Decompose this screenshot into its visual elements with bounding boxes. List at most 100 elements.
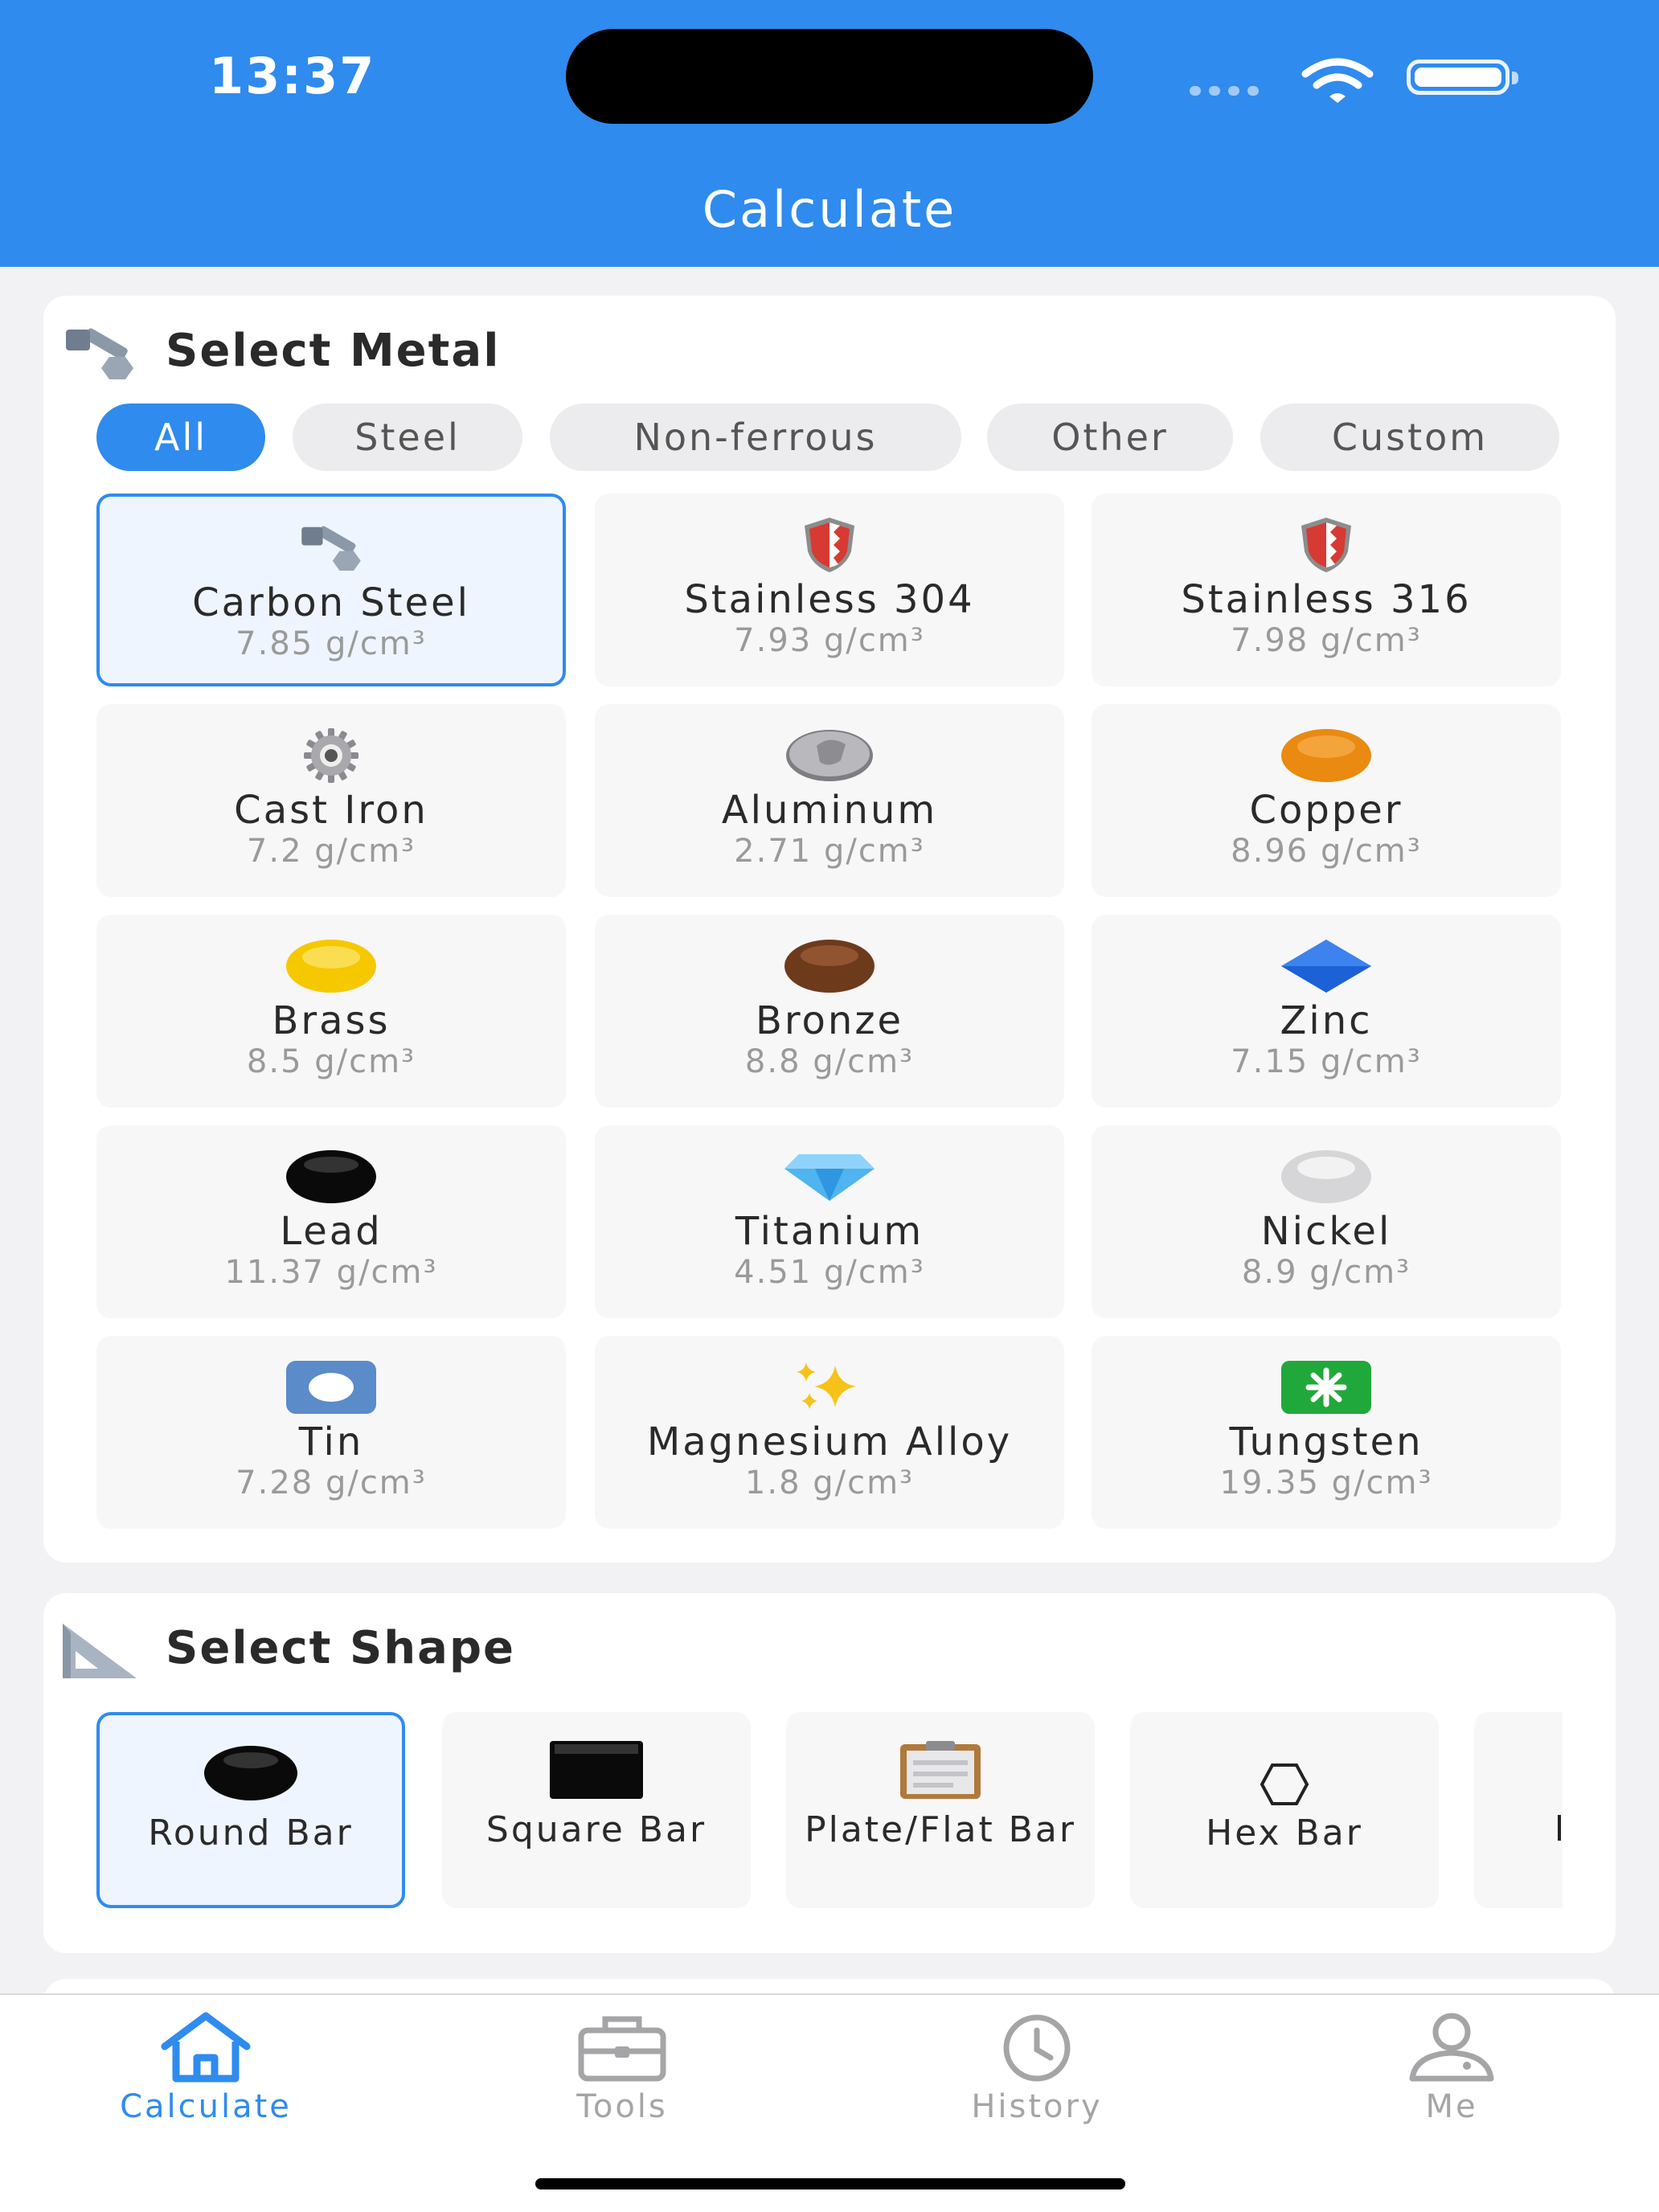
- section-title-metal: Select Metal: [166, 325, 501, 377]
- metal-name: Carbon Steel: [192, 580, 470, 625]
- metal-tile-stainless-316[interactable]: Stainless 316 7.98 g/cm³: [1092, 494, 1561, 686]
- metal-density: 11.37 g/cm³: [224, 1254, 438, 1291]
- shape-tile-plate-flat-bar[interactable]: Plate/Flat Bar: [786, 1712, 1095, 1908]
- metal-name: Zinc: [1280, 998, 1373, 1043]
- section-title-shape: Select Shape: [166, 1622, 516, 1674]
- black-circle-icon: [283, 1146, 379, 1207]
- coin-icon: [781, 725, 878, 786]
- metal-density: 1.8 g/cm³: [744, 1464, 915, 1501]
- eight-spoked-asterisk-icon: [1278, 1357, 1374, 1418]
- metal-density: 8.9 g/cm³: [1241, 1254, 1411, 1291]
- shape-name: Square Bar: [485, 1809, 707, 1850]
- metal-density: 19.35 g/cm³: [1219, 1464, 1433, 1501]
- shape-tile-round-bar[interactable]: Round Bar: [96, 1712, 405, 1908]
- blue-diamond-icon: [1278, 936, 1374, 997]
- gear-icon: [283, 725, 379, 786]
- dynamic-island: [566, 29, 1093, 124]
- metal-tile-tungsten[interactable]: Tungsten 19.35 g/cm³: [1092, 1336, 1561, 1529]
- page-title: Calculate: [702, 180, 957, 239]
- cellular-signal-icon: [1190, 84, 1267, 99]
- metal-tile-nickel[interactable]: Nickel 8.9 g/cm³: [1092, 1125, 1561, 1318]
- metal-name: Nickel: [1260, 1209, 1392, 1254]
- metal-tile-carbon-steel[interactable]: Carbon Steel 7.85 g/cm³: [96, 494, 566, 686]
- home-icon: [161, 2012, 251, 2083]
- tab-label: Calculate: [120, 2088, 292, 2125]
- filter-chip-steel[interactable]: Steel: [293, 403, 522, 471]
- tab-label: Me: [1425, 2088, 1478, 2125]
- metal-tile-magnesium-alloy[interactable]: Magnesium Alloy 1.8 g/cm³: [595, 1336, 1064, 1529]
- metal-name: Magnesium Alloy: [646, 1419, 1013, 1464]
- filter-chip-all[interactable]: All: [96, 403, 265, 471]
- shape-name-clipped: [1558, 1815, 1561, 1841]
- metal-density: 4.51 g/cm³: [734, 1254, 925, 1291]
- nut-and-bolt-icon: [66, 328, 133, 379]
- person-icon: [1409, 2013, 1494, 2082]
- metal-density: 7.85 g/cm³: [236, 625, 427, 662]
- shield-icon: [1278, 514, 1374, 576]
- metal-name: Copper: [1249, 788, 1403, 833]
- yellow-circle-icon: [283, 936, 379, 997]
- tab-history[interactable]: History: [916, 2011, 1157, 2125]
- filter-chip-custom[interactable]: Custom: [1260, 403, 1559, 471]
- metal-density: 7.28 g/cm³: [236, 1464, 427, 1501]
- shape-tile-hex-bar[interactable]: Hex Bar: [1130, 1712, 1439, 1908]
- metal-tile-cast-iron[interactable]: Cast Iron 7.2 g/cm³: [96, 704, 566, 897]
- metal-tile-tin[interactable]: Tin 7.28 g/cm³: [96, 1336, 566, 1529]
- black-square-icon: [544, 1738, 649, 1802]
- hexagon-icon: [1232, 1752, 1337, 1817]
- black-circle-icon: [199, 1741, 303, 1805]
- metal-name: Aluminum: [721, 788, 938, 833]
- metal-name: Brass: [272, 998, 391, 1043]
- metal-density: 8.5 g/cm³: [246, 1043, 416, 1080]
- metal-density: 7.15 g/cm³: [1231, 1043, 1422, 1080]
- battery-icon: [1407, 59, 1518, 95]
- triangular-ruler-icon: [63, 1624, 137, 1678]
- metal-tile-bronze[interactable]: Bronze 8.8 g/cm³: [595, 915, 1064, 1108]
- metal-tile-copper[interactable]: Copper 8.96 g/cm³: [1092, 704, 1561, 897]
- record-button-icon: [283, 1357, 379, 1418]
- shape-tile-square-bar[interactable]: Square Bar: [442, 1712, 751, 1908]
- metal-tile-stainless-304[interactable]: Stainless 304 7.93 g/cm³: [595, 494, 1064, 686]
- tab-me[interactable]: Me: [1331, 2011, 1572, 2125]
- metal-name: Titanium: [735, 1209, 924, 1254]
- clock-icon: [1003, 2014, 1071, 2082]
- metal-tile-aluminum[interactable]: Aluminum 2.71 g/cm³: [595, 704, 1064, 897]
- tab-label: History: [971, 2088, 1103, 2125]
- sparkles-icon: [781, 1357, 878, 1418]
- wifi-icon: [1301, 58, 1374, 103]
- status-icons: [1190, 51, 1527, 103]
- metal-density: 7.2 g/cm³: [246, 833, 416, 870]
- shape-name: Round Bar: [148, 1813, 354, 1854]
- metal-density: 8.8 g/cm³: [744, 1043, 915, 1080]
- metal-tile-zinc[interactable]: Zinc 7.15 g/cm³: [1092, 915, 1561, 1108]
- metal-density: 7.93 g/cm³: [734, 622, 925, 659]
- metal-density: 7.98 g/cm³: [1231, 622, 1422, 659]
- shape-name: Plate/Flat Bar: [805, 1809, 1076, 1850]
- metal-tile-lead[interactable]: Lead 11.37 g/cm³: [96, 1125, 566, 1318]
- filter-chip-non-ferrous[interactable]: Non-ferrous: [550, 403, 961, 471]
- metal-name: Tungsten: [1229, 1419, 1423, 1464]
- metal-tile-titanium[interactable]: Titanium 4.51 g/cm³: [595, 1125, 1064, 1318]
- home-indicator: [535, 2178, 1125, 2189]
- clipboard-icon: [888, 1738, 993, 1802]
- nut-and-bolt-icon: [283, 518, 379, 579]
- metal-density: 8.96 g/cm³: [1231, 833, 1422, 870]
- metal-name: Stainless 304: [684, 577, 975, 622]
- tab-calculate[interactable]: Calculate: [85, 2011, 326, 2125]
- shape-tile-partial[interactable]: [1474, 1712, 1563, 1908]
- filter-chip-other[interactable]: Other: [987, 403, 1233, 471]
- tab-tools[interactable]: Tools: [502, 2011, 743, 2125]
- metal-tile-brass[interactable]: Brass 8.5 g/cm³: [96, 915, 566, 1108]
- white-circle-icon: [1278, 1146, 1374, 1207]
- shape-name: Hex Bar: [1206, 1813, 1363, 1854]
- toolbox-icon: [578, 2016, 666, 2082]
- status-time: 13:37: [209, 47, 376, 105]
- metal-name: Bronze: [755, 998, 904, 1043]
- metal-name: Tin: [298, 1419, 364, 1464]
- metal-density: 2.71 g/cm³: [734, 833, 925, 870]
- nav-header: 13:37 Calculate: [0, 0, 1659, 267]
- metal-name: Cast Iron: [234, 788, 428, 833]
- shield-icon: [781, 514, 878, 576]
- orange-circle-icon: [1278, 725, 1374, 786]
- tab-label: Tools: [576, 2088, 668, 2125]
